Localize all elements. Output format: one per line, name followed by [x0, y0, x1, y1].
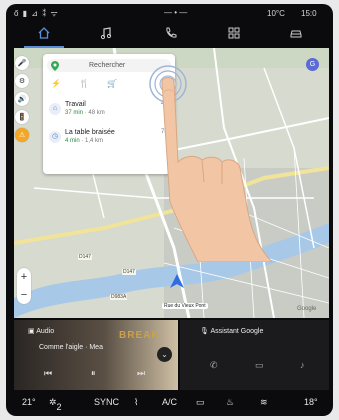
zoom-controls: + −: [17, 268, 31, 304]
right-temperature[interactable]: 18°: [304, 397, 318, 407]
maps-pin-icon: [51, 60, 59, 71]
outside-temperature: 10°C: [267, 9, 285, 18]
music-note-icon[interactable]: ♪: [300, 360, 305, 370]
climate-bar: 21° ✲ 2 SYNC ⌇ A/C ▭ ♨ ≋ 18°: [14, 392, 329, 414]
album-art: BREAK: [119, 330, 160, 341]
tab-phone[interactable]: [151, 20, 191, 46]
home-icon: [38, 27, 50, 39]
map-controls: 🎤 ⚙ 🔊 🚦 ⚠: [14, 52, 30, 146]
previous-icon[interactable]: ⏮: [44, 368, 52, 379]
profile-avatar[interactable]: G: [306, 58, 319, 71]
left-temperature[interactable]: 21°: [22, 397, 36, 407]
message-icon[interactable]: ▭: [255, 360, 264, 371]
status-indicator: — • —: [164, 8, 188, 17]
seat-heat-icon[interactable]: ♨: [226, 397, 234, 408]
sync-button[interactable]: SYNC: [94, 397, 119, 407]
settings-icon[interactable]: ⚙: [15, 74, 29, 88]
car-icon: [290, 30, 302, 38]
music-icon: [100, 27, 112, 40]
zoom-in-button[interactable]: +: [17, 268, 31, 286]
defrost-icon[interactable]: ⌇: [134, 397, 138, 408]
ac-button[interactable]: A/C: [162, 397, 177, 407]
destination-title: La table braisée: [65, 129, 115, 136]
tab-apps[interactable]: [214, 20, 254, 46]
tab-vehicle[interactable]: [276, 20, 316, 46]
destination-subtitle: 37 min · 48 km: [65, 110, 105, 116]
tab-music[interactable]: [86, 20, 126, 46]
map-attribution: Google: [297, 306, 317, 312]
assistant-label: 🎙 Assistant Google: [200, 328, 264, 335]
traffic-icon[interactable]: 🚦: [15, 110, 29, 124]
airflow-icon[interactable]: ≋: [260, 397, 268, 408]
fan-speed[interactable]: ✲ 2: [49, 397, 62, 412]
category-shortcuts: ⚡ 🍴 🛒: [51, 79, 117, 88]
status-icons: ő ▮ ⊿ ⁑ ᯤ: [14, 9, 59, 18]
road-label: D983A: [110, 294, 128, 300]
shopping-cart-icon[interactable]: 🛒: [107, 79, 117, 88]
infotainment-screen: ő ▮ ⊿ ⁑ ᯤ — • — 10°C 15:0 D147 D983A D14…: [0, 0, 339, 420]
phone-icon: [166, 27, 177, 38]
restaurant-icon[interactable]: 🍴: [79, 79, 89, 88]
volume-icon[interactable]: 🔊: [15, 92, 29, 106]
current-street-label: Rue du Vieux Pont: [162, 303, 208, 309]
audio-label: ▣ Audio: [28, 328, 55, 335]
top-navigation: [14, 20, 329, 48]
song-title: Comme l'aigle · Mea: [39, 344, 103, 351]
zoom-out-button[interactable]: −: [17, 286, 31, 304]
tab-home[interactable]: [24, 20, 64, 48]
apps-icon: [228, 27, 240, 39]
next-icon[interactable]: ⏭: [137, 368, 145, 379]
history-icon: ◷: [49, 131, 61, 143]
assistant-widget[interactable]: 🎙 Assistant Google ✆ ▭ ♪: [180, 320, 329, 390]
destination-subtitle: 4 min · 1,4 km: [65, 138, 104, 144]
clock: 15:0: [301, 9, 317, 18]
destination-title: Travail: [65, 101, 86, 108]
mic-icon[interactable]: 🎤: [15, 56, 29, 70]
warning-icon[interactable]: ⚠: [15, 128, 29, 142]
phone-icon[interactable]: ✆: [210, 360, 218, 371]
pause-icon[interactable]: ⏸: [91, 368, 96, 379]
work-icon: ⌂: [49, 103, 61, 115]
road-label: D147: [78, 254, 92, 260]
rear-defrost-icon[interactable]: ▭: [196, 397, 205, 408]
touch-gesture-hand: [149, 65, 273, 262]
audio-widget[interactable]: ▣ Audio BREAK Comme l'aigle · Mea ⏮ ⏸ ⏭: [14, 320, 178, 390]
charging-icon[interactable]: ⚡: [51, 79, 61, 88]
road-label: D147: [122, 269, 136, 275]
search-placeholder: Rechercher: [89, 62, 126, 69]
status-bar: ő ▮ ⊿ ⁑ ᯤ — • — 10°C 15:0: [14, 6, 329, 20]
chevron-down-icon[interactable]: ⌄: [157, 347, 172, 362]
